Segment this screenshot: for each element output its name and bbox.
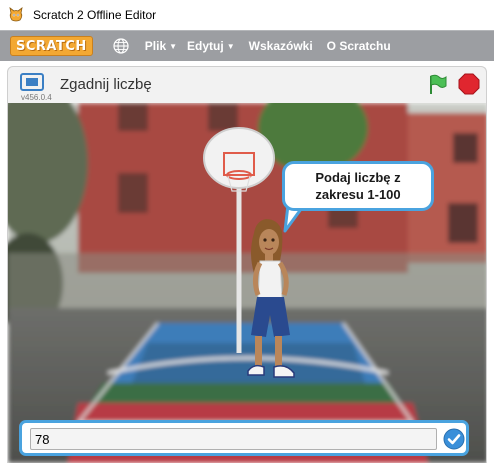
menu-bar: SCRATCH Plik ▼ Edytuj ▼ Wskazówki O Scra… — [0, 30, 494, 61]
menu-about[interactable]: O Scratchu — [327, 39, 391, 53]
fullscreen-icon[interactable] — [20, 73, 44, 91]
caret-down-icon: ▼ — [226, 41, 235, 51]
window-titlebar: Scratch 2 Offline Editor — [0, 0, 494, 30]
menu-edit[interactable]: Edytuj ▼ — [187, 39, 235, 53]
globe-icon[interactable] — [113, 38, 129, 54]
project-title[interactable]: Zgadnij liczbę — [60, 76, 152, 93]
answer-input[interactable] — [30, 428, 437, 450]
menu-about-label: O Scratchu — [326, 39, 391, 53]
menu-tips[interactable]: Wskazówki — [249, 39, 313, 53]
checkmark-icon[interactable] — [443, 428, 465, 450]
stop-sign-icon[interactable] — [458, 73, 480, 95]
scratch-logo[interactable]: SCRATCH — [10, 36, 93, 56]
green-flag-icon[interactable] — [426, 73, 448, 95]
stage-backdrop — [8, 103, 486, 463]
speech-bubble-line-2: zakresu 1-100 — [315, 187, 401, 202]
menu-edit-label: Edytuj — [187, 39, 224, 53]
window-title: Scratch 2 Offline Editor — [33, 8, 157, 22]
stage[interactable] — [7, 103, 487, 463]
ask-box — [19, 420, 469, 456]
menu-tips-label: Wskazówki — [248, 39, 313, 53]
stage-header: v456.0.4 Zgadnij liczbę — [7, 66, 487, 104]
caret-down-icon: ▼ — [169, 41, 178, 51]
menu-file-label: Plik — [144, 39, 167, 53]
speech-bubble-line-1: Podaj liczbę z — [315, 170, 401, 185]
scratch-cat-icon — [9, 7, 23, 22]
menu-file[interactable]: Plik ▼ — [145, 39, 177, 53]
version-label: v456.0.4 — [21, 93, 52, 102]
speech-bubble: Podaj liczbę z zakresu 1-100 — [282, 161, 434, 211]
